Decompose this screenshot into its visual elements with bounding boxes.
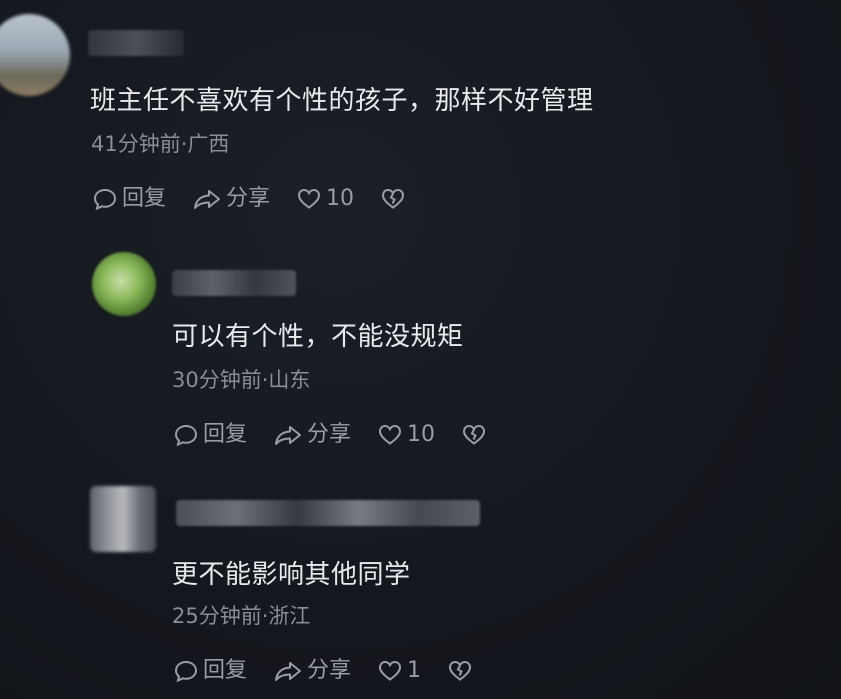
- share-label: 分享: [307, 422, 352, 447]
- username-blurred[interactable]: [176, 500, 480, 526]
- comment-item-2: 可以有个性，不能没规矩 30分钟前·山东 回复 分享 10: [0, 230, 841, 470]
- reply-button[interactable]: 回复: [92, 186, 166, 212]
- heart-icon: [298, 188, 321, 209]
- share-label: 分享: [226, 186, 271, 211]
- share-button[interactable]: 分享: [273, 658, 351, 684]
- reply-button[interactable]: 回复: [173, 658, 247, 684]
- speech-bubble-icon: [174, 660, 198, 683]
- comment-item-1: 班主任不喜欢有个性的孩子，那样不好管理 41分钟前·广西 回复 分享 10: [0, 0, 841, 230]
- dislike-button[interactable]: [461, 422, 491, 448]
- comment-actions: 回复 分享 1: [173, 658, 503, 684]
- comment-meta: 30分钟前·山东: [172, 368, 311, 392]
- reply-label: 回复: [203, 658, 248, 683]
- comment-text: 更不能影响其他同学: [172, 560, 411, 590]
- dislike-button[interactable]: [447, 658, 477, 684]
- comment-text: 可以有个性，不能没规矩: [172, 322, 464, 352]
- reply-label: 回复: [122, 186, 167, 211]
- comment-meta: 25分钟前·浙江: [172, 604, 311, 628]
- comment-item-3: 更不能影响其他同学 25分钟前·浙江 回复 分享 1: [0, 470, 841, 699]
- username-blurred[interactable]: [88, 30, 184, 56]
- like-button[interactable]: 1: [377, 658, 421, 684]
- comment-feed: 班主任不喜欢有个性的孩子，那样不好管理 41分钟前·广西 回复 分享 10 可以…: [0, 0, 841, 699]
- dislike-button[interactable]: [380, 186, 410, 212]
- speech-bubble-icon: [93, 188, 117, 211]
- broken-heart-icon: [463, 424, 486, 445]
- like-count: 1: [407, 658, 422, 683]
- comment-text: 班主任不喜欢有个性的孩子，那样不好管理: [90, 86, 594, 116]
- avatar[interactable]: [90, 486, 156, 552]
- broken-heart-icon: [382, 188, 405, 209]
- share-label: 分享: [307, 658, 352, 683]
- share-arrow-icon: [275, 662, 302, 681]
- heart-icon: [379, 424, 402, 445]
- comment-meta: 41分钟前·广西: [91, 132, 230, 156]
- like-count: 10: [326, 186, 355, 211]
- like-button[interactable]: 10: [377, 422, 435, 448]
- reply-button[interactable]: 回复: [173, 422, 247, 448]
- comment-actions: 回复 分享 10: [173, 422, 517, 448]
- avatar[interactable]: [92, 252, 156, 316]
- reply-label: 回复: [203, 422, 248, 447]
- heart-icon: [379, 660, 402, 681]
- share-button[interactable]: 分享: [192, 186, 270, 212]
- comment-actions: 回复 分享 10: [92, 186, 436, 212]
- share-arrow-icon: [275, 426, 302, 445]
- broken-heart-icon: [449, 660, 472, 681]
- speech-bubble-icon: [174, 424, 198, 447]
- share-button[interactable]: 分享: [273, 422, 351, 448]
- username-blurred[interactable]: [172, 270, 296, 296]
- share-arrow-icon: [194, 190, 221, 209]
- avatar[interactable]: [0, 14, 70, 96]
- like-button[interactable]: 10: [296, 186, 354, 212]
- like-count: 10: [407, 422, 436, 447]
